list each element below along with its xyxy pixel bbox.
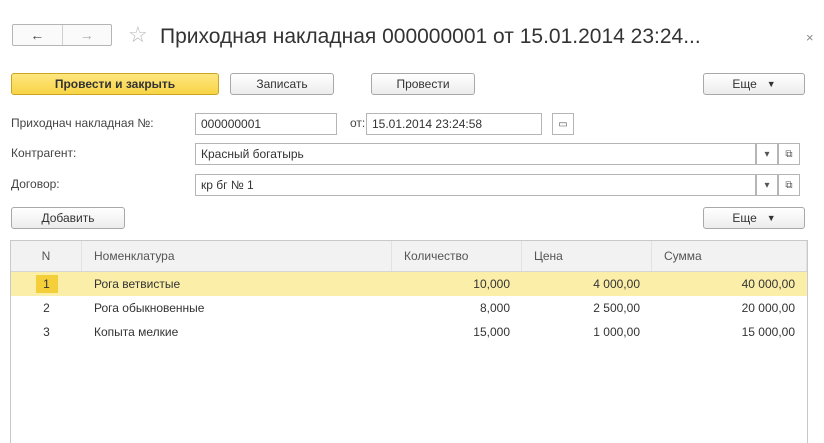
- chevron-down-icon: ▼: [766, 213, 776, 223]
- contract-field[interactable]: кр бг № 1: [195, 174, 756, 196]
- quantity-cell[interactable]: 15,000: [392, 320, 522, 344]
- quantity-cell[interactable]: 10,000: [392, 272, 522, 296]
- post-button[interactable]: Провести: [371, 73, 475, 95]
- navigation-buttons: ← →: [12, 24, 112, 46]
- sum-cell[interactable]: 40 000,00: [652, 272, 807, 296]
- favorite-star-icon[interactable]: ☆: [128, 23, 148, 47]
- row-number-cell: 3: [11, 320, 82, 344]
- contract-label: Договор:: [11, 177, 60, 191]
- table-more-label: Еще: [732, 211, 757, 225]
- item-cell[interactable]: Рога ветвистые: [82, 272, 392, 296]
- table-row[interactable]: 3 Копыта мелкие 15,000 1 000,00 15 000,0…: [11, 320, 807, 344]
- open-form-icon[interactable]: ⧉: [778, 143, 800, 165]
- post-and-close-button[interactable]: Провести и закрыть: [11, 73, 219, 95]
- column-header-price[interactable]: Цена: [522, 241, 652, 271]
- table-row[interactable]: 2 Рога обыкновенные 8,000 2 500,00 20 00…: [11, 296, 807, 320]
- table-row[interactable]: 1 Рога ветвистые 10,000 4 000,00 40 000,…: [11, 272, 807, 296]
- table-header: N Номенклатура Количество Цена Сумма: [11, 241, 807, 272]
- row-number-cell: 1: [11, 272, 82, 296]
- item-cell[interactable]: Рога обыкновенные: [82, 296, 392, 320]
- price-cell[interactable]: 4 000,00: [522, 272, 652, 296]
- window-title: Приходная накладная 000000001 от 15.01.2…: [160, 25, 701, 48]
- add-row-button[interactable]: Добавить: [11, 207, 125, 229]
- calendar-icon[interactable]: ▭: [552, 113, 574, 135]
- sum-cell[interactable]: 20 000,00: [652, 296, 807, 320]
- chevron-down-icon: ▼: [766, 79, 776, 89]
- sum-cell[interactable]: 15 000,00: [652, 320, 807, 344]
- counterparty-field[interactable]: Красный богатырь: [195, 143, 756, 165]
- row-number: 3: [43, 325, 50, 339]
- forward-arrow-icon[interactable]: →: [63, 25, 112, 45]
- goods-table: N Номенклатура Количество Цена Сумма 1 Р…: [10, 240, 808, 443]
- chevron-down-icon[interactable]: ▾: [756, 174, 778, 196]
- quantity-cell[interactable]: 8,000: [392, 296, 522, 320]
- row-number-cell: 2: [11, 296, 82, 320]
- column-header-sum[interactable]: Сумма: [652, 241, 807, 271]
- more-button[interactable]: Еще ▼: [703, 73, 805, 95]
- more-label: Еще: [732, 77, 757, 91]
- table-more-button[interactable]: Еще ▼: [703, 207, 805, 229]
- chevron-down-icon[interactable]: ▾: [756, 143, 778, 165]
- row-number: 1: [35, 275, 58, 293]
- number-label: Приходнач накладная №:: [11, 116, 154, 130]
- column-header-item[interactable]: Номенклатура: [82, 241, 392, 271]
- date-label: от:: [350, 116, 366, 130]
- item-cell[interactable]: Копыта мелкие: [82, 320, 392, 344]
- date-field[interactable]: 15.01.2014 23:24:58: [366, 113, 542, 135]
- column-header-n[interactable]: N: [11, 241, 82, 271]
- price-cell[interactable]: 2 500,00: [522, 296, 652, 320]
- row-number: 2: [43, 301, 50, 315]
- save-button[interactable]: Записать: [230, 73, 334, 95]
- number-field[interactable]: 000000001: [195, 113, 337, 135]
- close-icon[interactable]: ×: [806, 30, 814, 45]
- column-header-quantity[interactable]: Количество: [392, 241, 522, 271]
- counterparty-label: Контрагент:: [11, 146, 77, 160]
- price-cell[interactable]: 1 000,00: [522, 320, 652, 344]
- back-arrow-icon[interactable]: ←: [13, 25, 63, 45]
- open-form-icon[interactable]: ⧉: [778, 174, 800, 196]
